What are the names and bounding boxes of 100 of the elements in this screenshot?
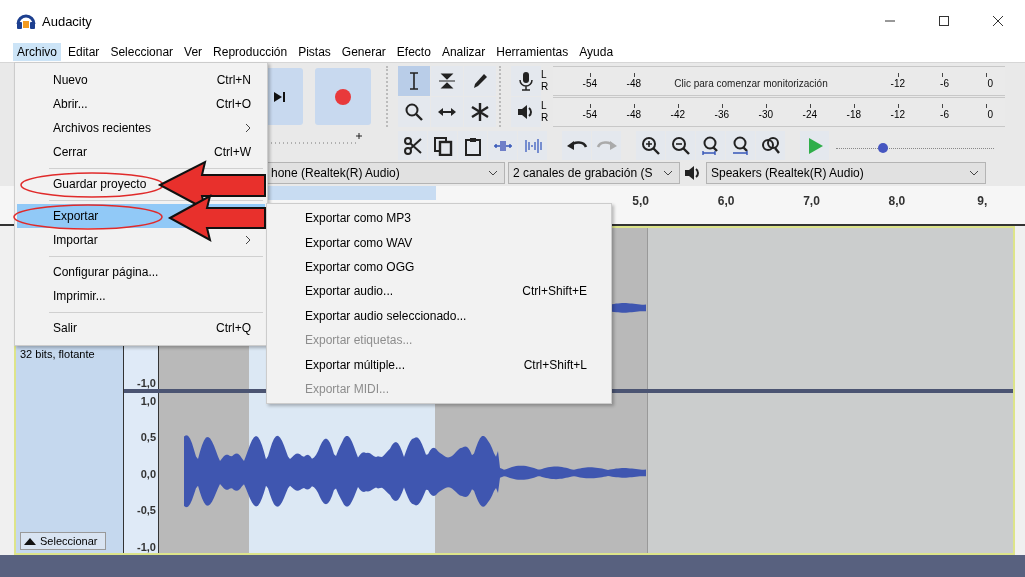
level-meter[interactable]: -54 -48 Clic para comenzar monitorización -12 -6 0 (553, 66, 1005, 96)
envelope-tool-icon (437, 71, 457, 91)
envelope-tool-button[interactable] (431, 66, 463, 96)
meter-tick-label: -54 (582, 103, 597, 121)
timeshift-tool-button[interactable] (431, 97, 463, 127)
chevron-down-icon (969, 170, 979, 176)
menu-entry[interactable]: Exportar como WAV (269, 230, 609, 255)
zoom-out-icon (670, 136, 691, 156)
selection-tool-button[interactable] (398, 66, 430, 96)
skip-to-end-icon (272, 89, 286, 104)
zoom-in-icon (640, 136, 661, 156)
zoom-tool-button[interactable] (398, 97, 430, 127)
microphone-button[interactable] (511, 66, 541, 96)
fit-project-button[interactable] (726, 131, 755, 161)
meter-tick-label: -30 (758, 103, 773, 121)
monitor-prompt: Clic para comenzar monitorización (673, 77, 829, 89)
speaker-button[interactable] (511, 97, 541, 127)
menu-entry[interactable]: Exportar como MP3 (269, 206, 609, 231)
shortcut-text: Ctrl+N (216, 73, 251, 87)
menu-entry[interactable]: Nuevo (53, 73, 88, 87)
meter-tick-label: 0 (987, 103, 993, 121)
cut-button[interactable] (398, 131, 427, 161)
menu-entry[interactable]: Archivos recientes (53, 121, 152, 135)
draw-tool-button[interactable] (464, 66, 496, 96)
slider-thumb[interactable] (878, 143, 889, 153)
menu-entry[interactable]: Cerrar (53, 145, 87, 159)
menu-item[interactable]: Editar (64, 43, 104, 61)
menu-item[interactable]: Archivo (13, 43, 61, 61)
close-icon (992, 15, 1004, 27)
menu-item[interactable]: Generar (337, 43, 390, 61)
meter-tick-label: -6 (940, 72, 949, 90)
meter-tick-label: -48 (626, 103, 641, 121)
scale-label: -1,0 (137, 376, 156, 389)
microphone-icon (518, 71, 534, 91)
menu-item[interactable]: Herramientas (492, 43, 573, 61)
select-button[interactable]: Seleccionar (20, 532, 106, 550)
meter-tick-label: -24 (802, 103, 817, 121)
shortcut-text: Ctrl+W (214, 145, 251, 159)
menu-item[interactable]: Efecto (392, 43, 435, 61)
paste-button[interactable] (458, 131, 487, 161)
menu-entry[interactable]: Imprimir... (53, 289, 106, 303)
chevron-down-icon (663, 170, 673, 176)
asterisk-icon (470, 102, 490, 122)
meter-tick-label: -6 (940, 103, 949, 121)
menu-entry[interactable]: Exportar audio seleccionado... (269, 303, 609, 328)
meter-tick-label: -54 (582, 72, 597, 90)
menu-entry[interactable]: Configurar página... (53, 265, 159, 279)
menu-entry[interactable]: Exportar como OGG (269, 254, 609, 280)
menu-item[interactable]: Ayuda (575, 43, 618, 61)
copy-icon (432, 136, 453, 156)
scale-label: -1,0 (137, 541, 156, 553)
recording-channels-dropdown[interactable]: 2 canales de grabación (S (508, 162, 680, 184)
zoom-out-button[interactable] (666, 131, 695, 161)
menu-item[interactable]: Pistas (294, 43, 335, 61)
ruler-label: 8,0 (887, 194, 907, 208)
zoom-in-button[interactable] (636, 131, 665, 161)
meter-tick-label: -12 (890, 103, 905, 121)
waveform-bars-icon (522, 136, 543, 156)
scale-label: 0,0 (140, 467, 156, 480)
menu-item[interactable]: Ver (180, 43, 207, 61)
copy-button[interactable] (428, 131, 457, 161)
scissors-icon (402, 136, 423, 156)
menu-entry[interactable]: Salir (53, 321, 77, 335)
zoom-toggle-button[interactable] (756, 131, 785, 161)
menu-entry[interactable]: Exportar audio... Ctrl+Shift+E (269, 279, 609, 304)
magnifier-icon (404, 102, 424, 122)
meter-tick-label: -48 (626, 72, 641, 90)
playback-device-dropdown[interactable]: Speakers (Realtek(R) Audio) (706, 162, 986, 184)
record-button[interactable] (315, 68, 371, 125)
menu-entry[interactable]: Importar (53, 233, 98, 247)
meter-tick-label: 0 (987, 72, 993, 90)
multi-tool-button[interactable] (464, 97, 496, 127)
meter-tick-label: -12 (890, 72, 905, 90)
recording-device-dropdown[interactable]: hone (Realtek(R) Audio) (266, 162, 505, 184)
menu-item[interactable]: Seleccionar (106, 43, 178, 61)
menu-item[interactable]: Analizar (437, 43, 490, 61)
channel-label: L (541, 100, 548, 112)
ruler-label: 7,0 (802, 194, 821, 208)
level-meter[interactable]: -54 -48 -42 -36 -30 -24 -18 -12 -6 0 (553, 97, 1005, 127)
ruler-label: 5,0 (631, 194, 651, 208)
undo-button[interactable] (562, 131, 591, 161)
record-icon (334, 87, 352, 106)
clipboard-icon (462, 136, 483, 156)
menu-item[interactable]: Reproducción (209, 43, 292, 61)
track-format-text: 32 bits, flotante (20, 348, 96, 360)
shortcut-text: Ctrl+O (216, 97, 251, 111)
triangle-up-icon (24, 537, 36, 545)
scale-label: -0,5 (137, 504, 156, 517)
magnifier-span-icon (730, 136, 751, 156)
scale-label: 0,5 (140, 431, 156, 444)
meter-tick-label: -18 (846, 103, 861, 121)
menu-entry[interactable]: Guardar proyecto (53, 177, 147, 191)
double-magnifier-icon (760, 136, 781, 156)
menu-entry[interactable]: Abrir... (53, 97, 88, 111)
menu-entry[interactable]: Exportar múltiple... Ctrl+Shift+L (269, 352, 609, 377)
maximize-icon (938, 15, 950, 27)
fit-selection-button[interactable] (696, 131, 725, 161)
headphones-logo-icon (16, 12, 36, 30)
meter-tick-label: -42 (670, 103, 685, 121)
channel-label: R (541, 81, 550, 93)
